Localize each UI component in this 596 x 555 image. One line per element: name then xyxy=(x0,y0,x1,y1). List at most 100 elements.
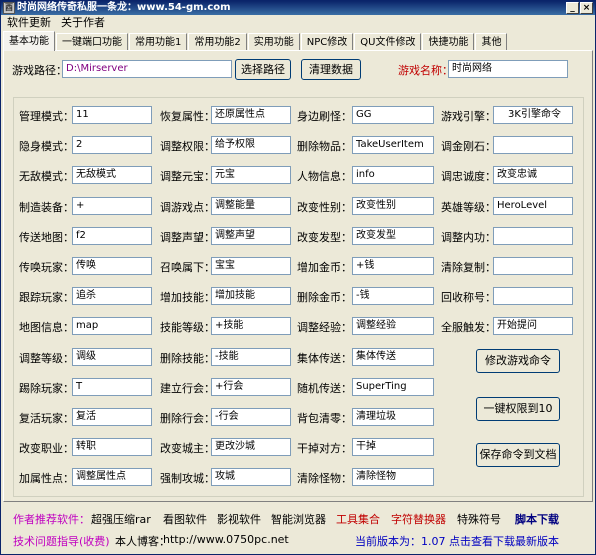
link-tools[interactable]: 工具集合 xyxy=(336,511,380,527)
field-input[interactable]: 集体传送 xyxy=(352,348,434,366)
field-label: 改变发型： xyxy=(297,231,352,244)
field-input[interactable]: f2 xyxy=(72,227,152,245)
minimize-icon[interactable]: _ xyxy=(566,2,579,14)
field-input[interactable]: +技能 xyxy=(211,317,291,335)
field-input[interactable]: 改变性别 xyxy=(352,197,434,215)
field-label: 增加金币： xyxy=(297,261,352,274)
field-input[interactable]: 清除怪物 xyxy=(352,468,434,486)
field-input[interactable]: + xyxy=(72,197,152,215)
field-input[interactable]: HeroLevel xyxy=(493,197,573,215)
close-icon[interactable]: × xyxy=(580,2,593,14)
field-input[interactable] xyxy=(493,257,573,275)
field-label: 调整内功： xyxy=(441,231,496,244)
field-input[interactable] xyxy=(493,227,573,245)
link-browser[interactable]: 智能浏览器 xyxy=(271,511,326,527)
link-image-viewer[interactable]: 看图软件 xyxy=(163,511,207,527)
tab-other[interactable]: 其他 xyxy=(475,33,508,51)
save-commands-button[interactable]: 保存命令到文档 xyxy=(476,443,560,467)
field-input[interactable]: 改变发型 xyxy=(352,227,434,245)
field-input[interactable]: 调级 xyxy=(72,348,152,366)
field-input[interactable]: GG xyxy=(352,106,434,124)
field-label: 制造装备： xyxy=(19,201,74,214)
field-input[interactable]: 增加技能 xyxy=(211,287,291,305)
field-input[interactable]: info xyxy=(352,166,434,184)
field-input[interactable]: 追杀 xyxy=(72,287,152,305)
field-input[interactable]: +钱 xyxy=(352,257,434,275)
field-label: 加属性点： xyxy=(19,472,74,485)
title-bar: 酉 时尚网络传奇私服一条龙：www.54-gm.com _ × xyxy=(1,1,595,15)
window-controls: _ × xyxy=(566,2,593,14)
tab-practical[interactable]: 实用功能 xyxy=(247,33,300,51)
field-input[interactable]: 攻城 xyxy=(211,468,291,486)
clear-data-button[interactable]: 清理数据 xyxy=(301,59,361,80)
field-input[interactable]: T xyxy=(72,378,152,396)
field-input[interactable]: 给予权限 xyxy=(211,136,291,154)
field-input[interactable]: 还原属性点 xyxy=(211,106,291,124)
tab-qu-file-edit[interactable]: QU文件修改 xyxy=(354,33,422,51)
field-label: 改变职业： xyxy=(19,442,74,455)
version-text[interactable]: 当前版本为：1.07 点击查看下载最新版本 xyxy=(355,533,559,549)
link-script-download[interactable]: 脚本下载 xyxy=(515,511,559,527)
field-input[interactable]: map xyxy=(72,317,152,335)
field-input[interactable]: TakeUserItem xyxy=(352,136,434,154)
tab-shortcut[interactable]: 快捷功能 xyxy=(422,33,475,51)
tab-common-2[interactable]: 常用功能2 xyxy=(188,33,247,51)
field-input[interactable] xyxy=(493,287,573,305)
blog-url[interactable]: http://www.0750pc.net xyxy=(163,533,289,546)
game-name-label: 游戏名称： xyxy=(398,64,453,77)
field-label: 调忠诚度： xyxy=(441,170,496,183)
field-label: 删除行会： xyxy=(160,412,215,425)
bottom-bar: 作者推荐软件： 超强压缩rar 看图软件 影视软件 智能浏览器 工具集合 字符替… xyxy=(3,505,593,553)
field-input[interactable]: 调整声望 xyxy=(211,227,291,245)
field-input[interactable]: 清理垃圾 xyxy=(352,408,434,426)
tab-npc-edit[interactable]: NPC修改 xyxy=(300,33,354,51)
menu-about-author[interactable]: 关于作者 xyxy=(61,15,105,31)
choose-path-button[interactable]: 选择路径 xyxy=(235,59,291,80)
game-name-input[interactable]: 时尚网络 xyxy=(448,60,568,78)
field-input[interactable] xyxy=(493,136,573,154)
field-label: 清除复制： xyxy=(441,261,496,274)
field-input[interactable]: 元宝 xyxy=(211,166,291,184)
menu-software-update[interactable]: 软件更新 xyxy=(7,15,51,31)
modify-commands-button[interactable]: 修改游戏命令 xyxy=(476,349,560,373)
field-input[interactable]: -钱 xyxy=(352,287,434,305)
field-label: 删除金币： xyxy=(297,291,352,304)
tab-basic[interactable]: 基本功能 xyxy=(3,31,55,51)
field-input[interactable]: 11 xyxy=(72,106,152,124)
field-input[interactable]: 转职 xyxy=(72,438,152,456)
field-input[interactable]: +行会 xyxy=(211,378,291,396)
field-input[interactable]: 调整能量 xyxy=(211,197,291,215)
field-input[interactable]: 调整经验 xyxy=(352,317,434,335)
field-label: 改变性别： xyxy=(297,201,352,214)
field-input[interactable]: 调整属性点 xyxy=(72,468,152,486)
field-input[interactable]: 更改沙城 xyxy=(211,438,291,456)
field-input[interactable]: 宝宝 xyxy=(211,257,291,275)
link-special-symbols[interactable]: 特殊符号 xyxy=(457,511,501,527)
field-input[interactable]: 2 xyxy=(72,136,152,154)
link-rar[interactable]: 超强压缩rar xyxy=(91,511,151,527)
tab-one-key-port[interactable]: 一键端口功能 xyxy=(56,33,128,51)
game-path-input[interactable]: D:\Mirserver xyxy=(62,60,232,78)
one-key-permission-button[interactable]: 一键权限到10 xyxy=(476,397,560,421)
link-video[interactable]: 影视软件 xyxy=(217,511,261,527)
field-input[interactable]: 开始提问 xyxy=(493,317,573,335)
field-input[interactable]: 传唤 xyxy=(72,257,152,275)
menu-bar: 软件更新 关于作者 xyxy=(1,15,595,31)
field-input[interactable]: 复活 xyxy=(72,408,152,426)
field-input[interactable]: 干掉 xyxy=(352,438,434,456)
field-input[interactable]: -行会 xyxy=(211,408,291,426)
field-input[interactable]: 无敌模式 xyxy=(72,166,152,184)
support-label[interactable]: 技术问题指导(收费) xyxy=(13,533,110,549)
game-path-label: 游戏路径： xyxy=(12,64,67,77)
field-input[interactable]: -技能 xyxy=(211,348,291,366)
field-input[interactable]: 3K引擎命令 xyxy=(493,106,573,124)
field-label: 调整元宝： xyxy=(160,170,215,183)
tab-common-1[interactable]: 常用功能1 xyxy=(129,33,188,51)
tab-strip: 基本功能 一键端口功能 常用功能1 常用功能2 实用功能 NPC修改 QU文件修… xyxy=(3,31,508,51)
field-label: 回收称号： xyxy=(441,291,496,304)
field-label: 地图信息： xyxy=(19,321,74,334)
window-title: 时尚网络传奇私服一条龙：www.54-gm.com xyxy=(17,2,231,13)
link-char-replacer[interactable]: 字符替换器 xyxy=(391,511,446,527)
field-input[interactable]: 改变忠诚 xyxy=(493,166,573,184)
field-input[interactable]: SuperTing xyxy=(352,378,434,396)
